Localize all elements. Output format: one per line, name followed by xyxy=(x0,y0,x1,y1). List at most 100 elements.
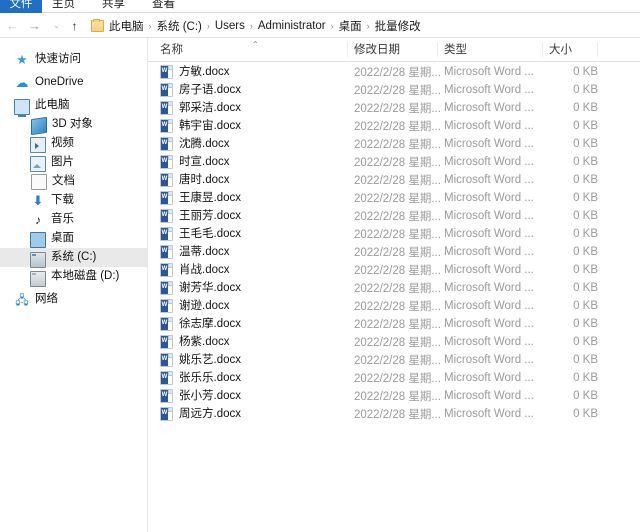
sidebar-item-network[interactable]: 🖧网络 xyxy=(0,290,147,309)
table-row[interactable]: 张乐乐.docx2022/2/28 星期...Microsoft Word ..… xyxy=(148,369,640,387)
sidebar-item-downloads[interactable]: ⬇下载 xyxy=(0,191,147,210)
hard-disk-icon xyxy=(30,271,46,287)
table-row[interactable]: 王毛毛.docx2022/2/28 星期...Microsoft Word ..… xyxy=(148,225,640,243)
sidebar-item-cloud[interactable]: ☁OneDrive xyxy=(0,73,147,92)
page-fold-corner xyxy=(168,120,172,124)
column-header-date-modified[interactable]: 修改日期 xyxy=(348,38,438,62)
table-row[interactable]: 温蒂.docx2022/2/28 星期...Microsoft Word ...… xyxy=(148,243,640,261)
ribbon-tab-item-1[interactable]: 主页 xyxy=(46,0,81,13)
file-name-cell: 时宣.docx xyxy=(160,153,350,171)
file-type-cell: Microsoft Word ... xyxy=(444,174,544,186)
file-size-cell: 0 KB xyxy=(548,282,598,294)
sidebar-item-label: 图片 xyxy=(51,153,74,172)
file-date-modified-cell: 2022/2/28 星期... xyxy=(354,82,442,98)
table-row[interactable]: 沈腾.docx2022/2/28 星期...Microsoft Word ...… xyxy=(148,135,640,153)
breadcrumb-item-5[interactable]: 批量修改 xyxy=(373,17,423,35)
sidebar-item-label: 桌面 xyxy=(51,229,74,248)
sidebar-item-desktop[interactable]: 桌面 xyxy=(0,229,147,248)
page-fold-corner xyxy=(168,246,172,250)
file-date-modified-cell: 2022/2/28 星期... xyxy=(354,352,442,368)
file-name-label: 唐时.docx xyxy=(179,171,230,189)
ribbon-tab-file[interactable]: 文件 xyxy=(0,0,42,13)
file-list-pane: 名称 ⌃ 修改日期 类型 大小 方敏.docx2022/2/28 星期...Mi… xyxy=(148,38,640,532)
sidebar-item-star[interactable]: ★快速访问 xyxy=(0,50,147,69)
page-fold-corner xyxy=(168,174,172,178)
table-row[interactable]: 方敏.docx2022/2/28 星期...Microsoft Word ...… xyxy=(148,63,640,81)
word-document-icon xyxy=(160,317,173,331)
file-date-modified-cell: 2022/2/28 星期... xyxy=(354,190,442,206)
sidebar-item-documents[interactable]: 文档 xyxy=(0,172,147,191)
word-document-icon xyxy=(160,83,173,97)
file-name-label: 王毛毛.docx xyxy=(179,225,241,243)
file-size-cell: 0 KB xyxy=(548,174,598,186)
page-fold-corner xyxy=(168,390,172,394)
table-row[interactable]: 王丽芳.docx2022/2/28 星期...Microsoft Word ..… xyxy=(148,207,640,225)
file-name-label: 时宣.docx xyxy=(179,153,230,171)
file-size-cell: 0 KB xyxy=(548,300,598,312)
table-row[interactable]: 唐时.docx 2022/2/28 星期...Microsoft Word ...… xyxy=(148,171,640,189)
column-header-name-label: 名称 xyxy=(160,44,183,56)
table-row[interactable]: 谢逊.docx2022/2/28 星期...Microsoft Word ...… xyxy=(148,297,640,315)
table-row[interactable]: 张小芳.docx2022/2/28 星期...Microsoft Word ..… xyxy=(148,387,640,405)
desktop-icon xyxy=(30,232,46,248)
table-row[interactable]: 杨紫.docx2022/2/28 星期...Microsoft Word ...… xyxy=(148,333,640,351)
file-type-cell: Microsoft Word ... xyxy=(444,66,544,78)
file-name-cell: 方敏.docx xyxy=(160,63,350,81)
table-row[interactable]: 谢芳华.docx2022/2/28 星期...Microsoft Word ..… xyxy=(148,279,640,297)
sidebar-item-music[interactable]: ♪音乐 xyxy=(0,210,147,229)
file-type-cell: Microsoft Word ... xyxy=(444,102,544,114)
file-name-cell: 王丽芳.docx xyxy=(160,207,350,225)
up-arrow-icon[interactable]: ↑ xyxy=(66,17,83,34)
breadcrumb-item-1[interactable]: 系统 (C:) xyxy=(155,17,204,35)
page-fold-corner xyxy=(168,66,172,70)
table-row[interactable]: 韩宇宙.docx2022/2/28 星期...Microsoft Word ..… xyxy=(148,117,640,135)
table-row[interactable]: 肖战.docx2022/2/28 星期...Microsoft Word ...… xyxy=(148,261,640,279)
recent-locations-chevron-down-icon[interactable]: ⌄ xyxy=(48,17,65,34)
word-document-icon xyxy=(160,353,173,367)
file-date-modified-cell: 2022/2/28 星期... xyxy=(354,316,442,332)
breadcrumb-item-4[interactable]: 桌面 xyxy=(337,17,364,35)
table-row[interactable]: 姚乐艺.docx2022/2/28 星期...Microsoft Word ..… xyxy=(148,351,640,369)
file-name-cell: 韩宇宙.docx xyxy=(160,117,350,135)
table-row[interactable]: 周远方.docx2022/2/28 星期...Microsoft Word ..… xyxy=(148,405,640,423)
file-type-cell: Microsoft Word ... xyxy=(444,192,544,204)
breadcrumb-separator: › xyxy=(364,21,373,31)
table-row[interactable]: 房子语.docx2022/2/28 星期...Microsoft Word ..… xyxy=(148,81,640,99)
sidebar-item-drive[interactable]: 系统 (C:) xyxy=(0,248,147,267)
file-date-modified-cell: 2022/2/28 星期... xyxy=(354,172,442,188)
file-size-cell: 0 KB xyxy=(548,318,598,330)
forward-arrow-icon[interactable]: → xyxy=(26,17,43,34)
breadcrumb-item-2[interactable]: Users xyxy=(213,19,247,33)
column-header-type[interactable]: 类型 xyxy=(438,38,543,62)
column-header-name[interactable]: 名称 ⌃ xyxy=(148,38,348,62)
file-name-cell: 张乐乐.docx xyxy=(160,369,350,387)
page-fold-corner xyxy=(168,84,172,88)
breadcrumb-item-0[interactable]: 此电脑 xyxy=(107,17,146,35)
table-row[interactable]: 王康昱.docx2022/2/28 星期...Microsoft Word ..… xyxy=(148,189,640,207)
ribbon-tab-item-2[interactable]: 共享 xyxy=(96,0,131,13)
file-type-cell: Microsoft Word ... xyxy=(444,408,544,420)
file-size-cell: 0 KB xyxy=(548,336,598,348)
page-fold-corner xyxy=(168,264,172,268)
address-bar[interactable]: 此电脑›系统 (C:)›Users›Administrator›桌面›批量修改 xyxy=(88,16,633,35)
column-header-size[interactable]: 大小 xyxy=(543,38,598,62)
column-header-type-label: 类型 xyxy=(444,44,467,56)
file-name-label: 房子语.docx xyxy=(179,81,241,99)
file-name-label: 王丽芳.docx xyxy=(179,207,241,225)
file-type-cell: Microsoft Word ... xyxy=(444,336,544,348)
table-row[interactable]: 郭采洁.docx2022/2/28 星期...Microsoft Word ..… xyxy=(148,99,640,117)
back-arrow-icon[interactable]: ← xyxy=(4,17,21,34)
sidebar-item-label: 此电脑 xyxy=(35,96,70,115)
page-fold-corner xyxy=(168,318,172,322)
file-date-modified-cell: 2022/2/28 星期... xyxy=(354,244,442,260)
sidebar-item-hard-disk[interactable]: 本地磁盘 (D:) xyxy=(0,267,147,286)
table-row[interactable]: 时宣.docx2022/2/28 星期...Microsoft Word ...… xyxy=(148,153,640,171)
table-row[interactable]: 徐志摩.docx2022/2/28 星期...Microsoft Word ..… xyxy=(148,315,640,333)
sidebar-item-computer[interactable]: 此电脑 xyxy=(0,96,147,115)
sidebar-item-video[interactable]: 视频 xyxy=(0,134,147,153)
breadcrumb-item-3[interactable]: Administrator xyxy=(256,19,328,33)
sidebar-item-3d-objects[interactable]: 3D 对象 xyxy=(0,115,147,134)
page-fold-corner xyxy=(168,408,172,412)
ribbon-tab-item-3[interactable]: 查看 xyxy=(146,0,181,13)
sidebar-item-pictures[interactable]: 图片 xyxy=(0,153,147,172)
